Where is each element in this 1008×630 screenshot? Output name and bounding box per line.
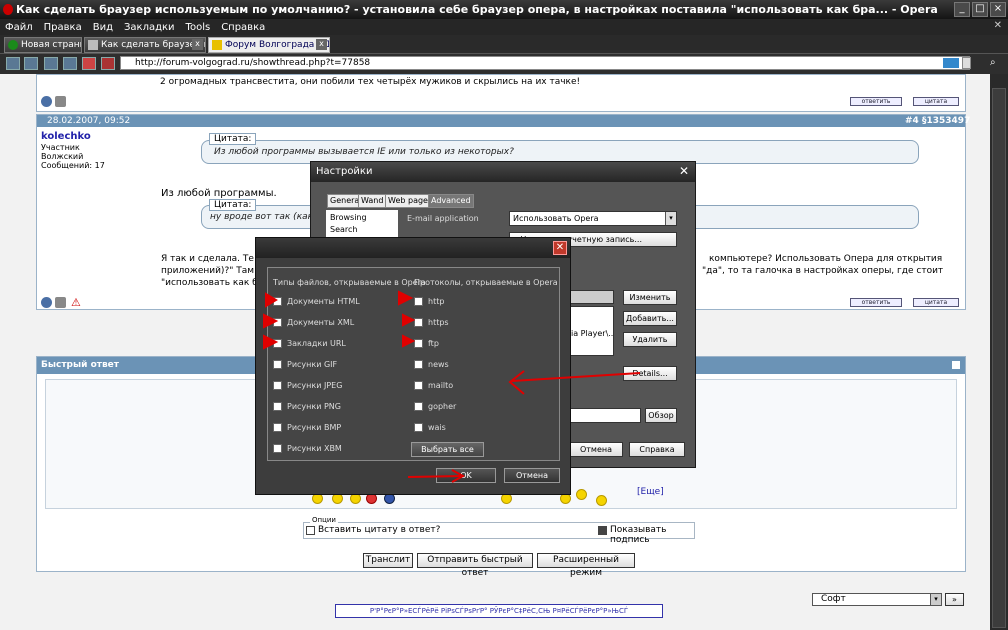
red-arrow-icon — [398, 290, 414, 306]
red-arrow-icon — [402, 334, 416, 348]
red-arrow-icon — [263, 313, 279, 329]
red-arrow-icon — [263, 334, 279, 350]
red-arrow-icon — [508, 370, 525, 395]
red-arrow-icon — [402, 313, 416, 327]
red-arrow-icon — [407, 475, 463, 478]
annotation-overlay — [263, 290, 641, 483]
red-arrow-icon — [265, 292, 278, 308]
red-arrow-icon — [511, 372, 641, 382]
